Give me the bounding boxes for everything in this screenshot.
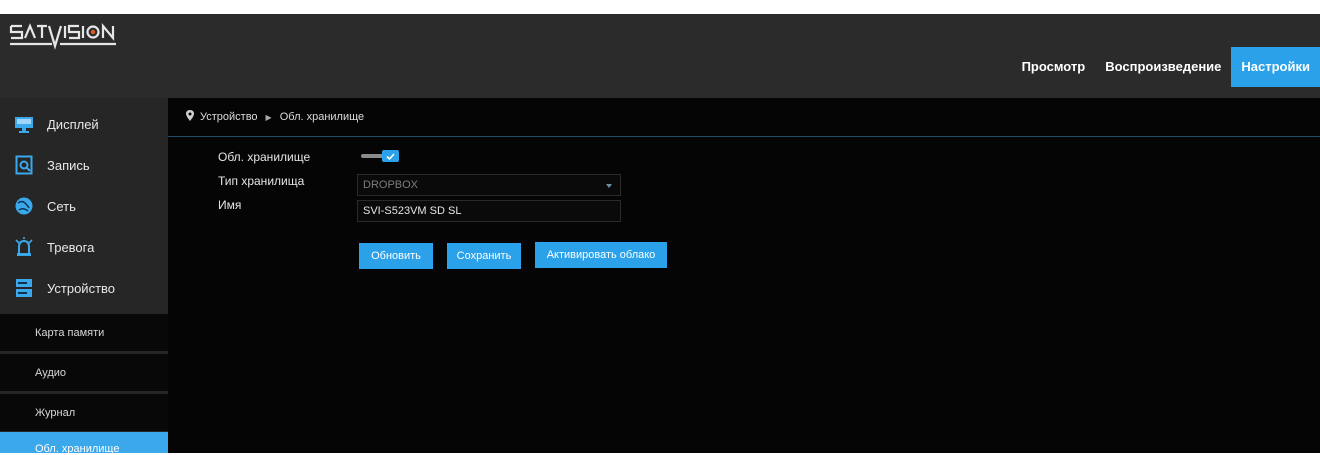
storage-type-label: Тип хранилища [218, 174, 305, 188]
breadcrumb-current: Обл. хранилище [279, 111, 365, 123]
device-icon [13, 277, 35, 299]
name-value: SVI-S523VM SD SL [363, 205, 462, 217]
checkmark-icon [382, 150, 399, 162]
save-button[interactable]: Сохранить [447, 243, 521, 269]
refresh-button[interactable]: Обновить [359, 243, 433, 269]
sidebar: Дисплей Запись Сеть Тревога Устройство К… [0, 98, 168, 455]
sidebar-subitem-cloud-storage[interactable]: Обл. хранилище [0, 432, 168, 455]
top-nav: Просмотр Воспроизведение Настройки [1012, 47, 1320, 87]
header-bar: Просмотр Воспроизведение Настройки [0, 14, 1320, 98]
location-pin-icon [186, 110, 194, 124]
sidebar-item-alarm[interactable]: Тревога [0, 227, 168, 267]
alarm-icon [13, 236, 35, 258]
sidebar-subitem-label: Журнал [35, 406, 76, 419]
sidebar-subitem-label: Карта памяти [35, 326, 105, 339]
cloud-enable-label: Обл. хранилище [218, 150, 311, 164]
sidebar-item-record[interactable]: Запись [0, 145, 168, 185]
satvision-logo [9, 22, 116, 50]
sidebar-subitem-label: Аудио [35, 366, 67, 379]
sidebar-item-device[interactable]: Устройство [0, 268, 168, 308]
sidebar-item-label: Сеть [47, 198, 76, 214]
breadcrumb-parent[interactable]: Устройство [200, 111, 258, 123]
sidebar-item-label: Тревога [47, 239, 95, 255]
sidebar-item-label: Дисплей [47, 116, 99, 132]
name-label: Имя [218, 198, 242, 212]
storage-type-select[interactable]: DROPBOX [357, 174, 621, 196]
breadcrumb: Устройство ▶ Обл. хранилище [168, 98, 1320, 137]
sidebar-item-label: Устройство [47, 280, 116, 296]
network-icon [13, 195, 35, 217]
storage-type-value: DROPBOX [363, 179, 419, 191]
sidebar-item-display[interactable]: Дисплей [0, 104, 168, 144]
tab-settings[interactable]: Настройки [1231, 47, 1320, 87]
sidebar-subitem-audio[interactable]: Аудио [0, 354, 168, 391]
chevron-down-icon [606, 184, 612, 188]
activate-cloud-button[interactable]: Активировать облако [535, 242, 667, 268]
breadcrumb-separator-icon: ▶ [265, 112, 272, 122]
monitor-icon [13, 113, 35, 135]
cloud-storage-form: Обл. хранилище Тип хранилища DROPBOX Имя… [168, 136, 1320, 453]
sidebar-item-label: Запись [47, 157, 90, 173]
app-window: Просмотр Воспроизведение Настройки Диспл… [0, 14, 1320, 455]
sidebar-subitem-memory-card[interactable]: Карта памяти [0, 314, 168, 351]
sidebar-item-network[interactable]: Сеть [0, 186, 168, 226]
tab-live-view[interactable]: Просмотр [1012, 47, 1096, 87]
cloud-enable-toggle[interactable] [361, 150, 399, 162]
tab-playback[interactable]: Воспроизведение [1095, 47, 1231, 87]
name-input[interactable]: SVI-S523VM SD SL [357, 200, 621, 222]
record-icon [13, 154, 35, 176]
sidebar-subitem-log[interactable]: Журнал [0, 394, 168, 431]
